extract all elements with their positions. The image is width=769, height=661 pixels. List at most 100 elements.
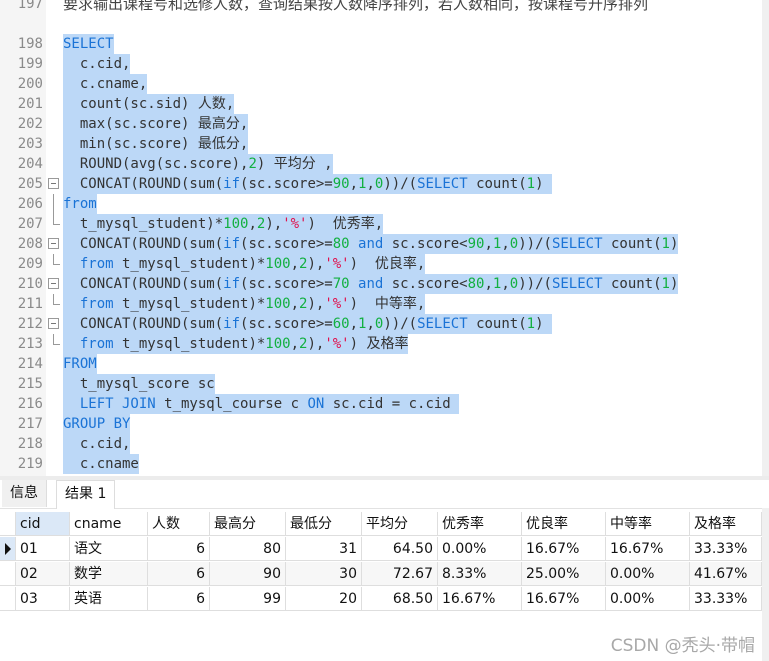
- line-number: 204: [17, 156, 43, 172]
- table-cell[interactable]: 99: [210, 587, 286, 611]
- fold-collapse-icon[interactable]: [47, 174, 61, 194]
- sql-number: 90: [332, 176, 350, 192]
- sql-number: 100: [223, 216, 249, 232]
- code-text: LEFT JOIN t_mysql_course c ON sc.cid = c…: [63, 394, 460, 414]
- code-text: ROUND(avg(sc.score),2) 平均分 ,: [63, 154, 333, 174]
- table-row[interactable]: 02 数学 6 90 30 72.67 8.33% 25.00% 0.00% 41.67%: [0, 562, 762, 587]
- table-cell[interactable]: 8.33%: [438, 562, 522, 586]
- table-cell[interactable]: 数学: [70, 562, 148, 586]
- sql-token: ,: [349, 316, 359, 332]
- sql-token: ))/(: [518, 276, 552, 292]
- sql-token: ))/(: [518, 236, 552, 252]
- table-cell[interactable]: 英语: [70, 587, 148, 611]
- tab-result-1[interactable]: 结果 1: [56, 480, 116, 509]
- table-cell[interactable]: 16.67%: [522, 587, 606, 611]
- column-header[interactable]: 最低分: [286, 512, 362, 536]
- column-header[interactable]: 优良率: [522, 512, 606, 536]
- column-header[interactable]: 优秀率: [438, 512, 522, 536]
- column-header[interactable]: 中等率: [606, 512, 690, 536]
- table-cell[interactable]: 72.67: [362, 562, 438, 586]
- column-header[interactable]: 最高分: [210, 512, 286, 536]
- table-cell[interactable]: 0.00%: [606, 562, 690, 586]
- code-line: 203 min(sc.score) 最低分,: [0, 134, 760, 154]
- table-cell[interactable]: 64.50: [362, 537, 438, 561]
- sql-number: 1: [526, 316, 536, 332]
- table-cell[interactable]: 6: [148, 537, 210, 561]
- sql-number: 1: [661, 276, 670, 292]
- column-header[interactable]: 及格率: [690, 512, 762, 536]
- code-text: t_mysql_score sc: [63, 374, 215, 394]
- table-cell[interactable]: 0.00%: [606, 587, 690, 611]
- code-line: 199 c.cid,: [0, 54, 760, 74]
- line-number: 206: [17, 196, 43, 212]
- code-line: 216 LEFT JOIN t_mysql_course c ON sc.cid…: [0, 394, 760, 414]
- table-cell[interactable]: 03: [16, 587, 70, 611]
- line-number: 200: [17, 76, 43, 92]
- code-line: 200 c.cname,: [0, 74, 760, 94]
- line-number: 213: [17, 336, 43, 352]
- table-row[interactable]: 03 英语 6 99 20 68.50 16.67% 16.67% 0.00% 33.33%: [0, 587, 762, 612]
- sql-token: ): [535, 316, 552, 332]
- line-number: 198: [17, 36, 43, 52]
- sql-number: 90: [467, 236, 485, 252]
- table-cell[interactable]: 01: [16, 537, 70, 561]
- fold-collapse-icon[interactable]: [47, 234, 61, 254]
- table-cell[interactable]: 25.00%: [522, 562, 606, 586]
- row-selector[interactable]: [0, 512, 16, 536]
- column-header[interactable]: cname: [70, 512, 148, 536]
- sql-keyword: from: [79, 336, 114, 352]
- code-text: max(sc.score) 最高分,: [63, 114, 249, 134]
- line-number: 201: [17, 96, 43, 112]
- code-line: 198 SELECT: [0, 34, 760, 54]
- table-cell[interactable]: 30: [286, 562, 362, 586]
- fold-collapse-icon[interactable]: [47, 274, 61, 294]
- table-cell[interactable]: 02: [16, 562, 70, 586]
- line-number: 210: [17, 276, 43, 292]
- table-cell[interactable]: 80: [210, 537, 286, 561]
- table-cell[interactable]: 20: [286, 587, 362, 611]
- row-selector[interactable]: [0, 587, 16, 611]
- sql-token: ))/(: [383, 176, 418, 192]
- column-header[interactable]: 人数: [148, 512, 210, 536]
- sql-token: count(: [467, 316, 527, 332]
- table-cell[interactable]: 6: [148, 587, 210, 611]
- table-cell[interactable]: 16.67%: [522, 537, 606, 561]
- table-cell[interactable]: 语文: [70, 537, 148, 561]
- row-selector[interactable]: [0, 562, 16, 586]
- sql-editor[interactable]: 197 要求输出课程号和选修人数，查询结果按人数降序排列，若人数相同，按课程号升…: [0, 0, 769, 476]
- code-text: CONCAT(ROUND(sum(if(sc.score>=80 and sc.…: [63, 234, 679, 254]
- table-cell[interactable]: 90: [210, 562, 286, 586]
- table-cell[interactable]: 0.00%: [438, 537, 522, 561]
- sql-token: ) 平均分 ,: [256, 156, 333, 172]
- table-cell[interactable]: 68.50: [362, 587, 438, 611]
- sql-token: ))/(: [383, 316, 418, 332]
- sql-string: '%': [324, 256, 350, 272]
- grid-scrollbar[interactable]: [762, 508, 769, 661]
- column-header[interactable]: 平均分: [362, 512, 438, 536]
- table-cell[interactable]: 16.67%: [606, 537, 690, 561]
- sql-token: ),: [307, 336, 325, 352]
- fold-collapse-icon[interactable]: [47, 314, 61, 334]
- sql-keyword: ON: [307, 396, 325, 412]
- table-cell[interactable]: 33.33%: [690, 587, 762, 611]
- line-number: 217: [17, 416, 43, 432]
- row-selector[interactable]: [0, 537, 16, 561]
- sql-keyword: LEFT JOIN: [79, 396, 156, 412]
- table-cell[interactable]: 6: [148, 562, 210, 586]
- column-header[interactable]: cid: [16, 512, 70, 536]
- table-header-row: cid cname 人数 最高分 最低分 平均分 优秀率 优良率 中等率 及格率: [0, 512, 762, 537]
- code-line: 202 max(sc.score) 最高分,: [0, 114, 760, 134]
- table-cell[interactable]: 31: [286, 537, 362, 561]
- sql-token: ,: [366, 316, 375, 332]
- table-cell[interactable]: 41.67%: [690, 562, 762, 586]
- table-cell[interactable]: 33.33%: [690, 537, 762, 561]
- editor-scrollbar[interactable]: [762, 0, 769, 476]
- line-number: 203: [17, 136, 43, 152]
- table-row[interactable]: 01 语文 6 80 31 64.50 0.00% 16.67% 16.67% 33.33%: [0, 537, 762, 562]
- table-cell[interactable]: 16.67%: [438, 587, 522, 611]
- sql-token: ,: [248, 216, 257, 232]
- tab-info[interactable]: 信息: [2, 480, 47, 507]
